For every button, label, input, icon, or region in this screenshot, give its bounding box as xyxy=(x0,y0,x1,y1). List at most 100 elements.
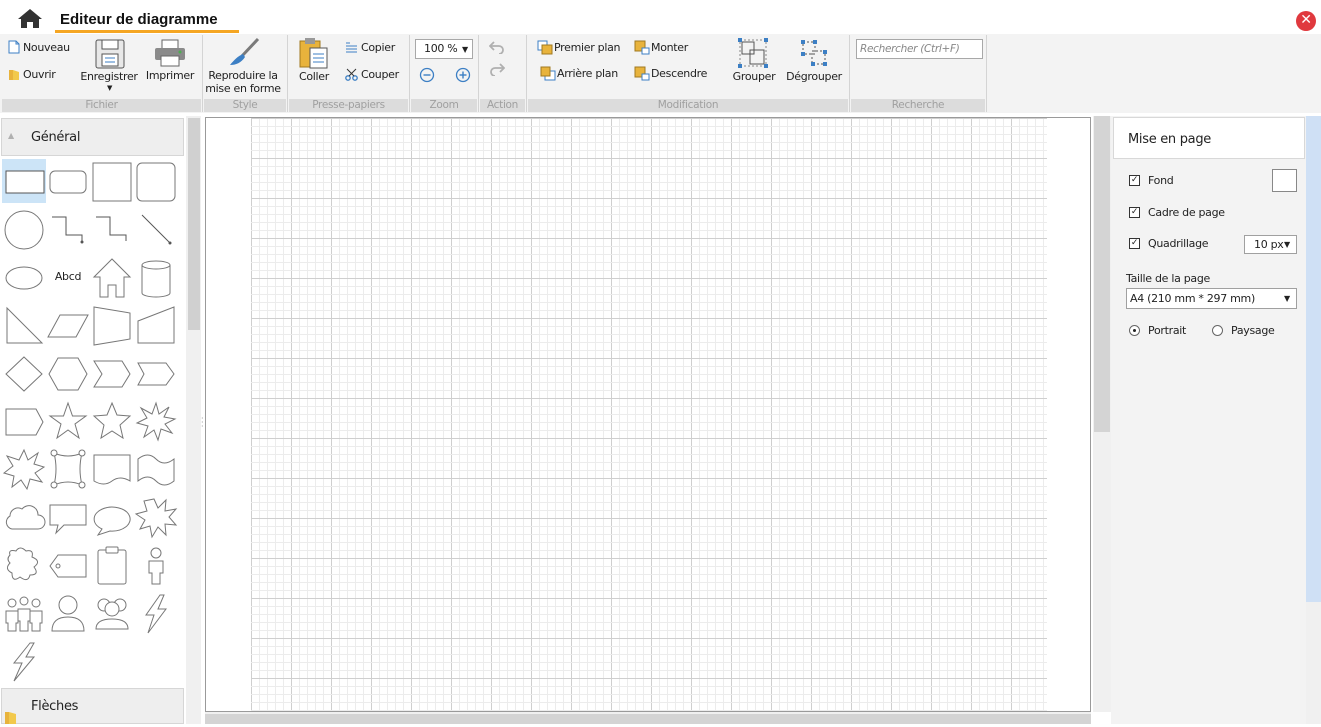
shape-right-triangle[interactable] xyxy=(2,303,46,347)
ribbon-separator xyxy=(986,35,987,112)
move-down-button[interactable]: Descendre xyxy=(651,67,707,80)
splitter-grip-icon[interactable]: · · · xyxy=(201,415,204,431)
cut-button[interactable]: Couper xyxy=(361,68,399,81)
shape-rectangle-selected[interactable] xyxy=(2,159,46,203)
shape-rounded-rectangle[interactable] xyxy=(46,159,90,203)
paste-button[interactable]: Coller xyxy=(293,70,335,83)
shape-puzzle[interactable] xyxy=(2,543,46,587)
shape-frame[interactable] xyxy=(46,447,90,491)
copy-button[interactable]: Copier xyxy=(361,41,395,54)
canvas-grid xyxy=(251,118,1047,711)
shape-cylinder[interactable] xyxy=(134,255,178,299)
shape-lightning-2[interactable] xyxy=(2,639,46,683)
collapse-arrow-icon[interactable]: ▲ xyxy=(8,131,14,140)
shape-tag[interactable] xyxy=(46,543,90,587)
format-painter-button[interactable]: Reproduire la mise en forme xyxy=(205,69,281,95)
shape-arrow-pentagon[interactable] xyxy=(134,351,178,395)
shape-pentagon-tag[interactable] xyxy=(2,399,46,443)
layout-panel-title: Mise en page xyxy=(1128,132,1211,147)
shape-callout-burst[interactable] xyxy=(134,495,178,539)
group-label-file: Fichier xyxy=(2,99,201,112)
shape-people-group[interactable] xyxy=(2,591,46,635)
shape-panel-scrollbar-thumb[interactable] xyxy=(188,118,200,330)
shape-clipboard[interactable] xyxy=(90,543,134,587)
ribbon-separator xyxy=(287,35,288,112)
page-frame-checkbox[interactable]: ✓ xyxy=(1129,207,1140,218)
group-button[interactable]: Grouper xyxy=(728,70,780,83)
shape-elbow-connector[interactable] xyxy=(46,207,90,251)
shape-ellipse[interactable] xyxy=(2,255,46,299)
zoom-out-icon[interactable] xyxy=(419,67,435,86)
shape-circle[interactable] xyxy=(2,207,46,251)
folder-icon[interactable] xyxy=(4,710,18,724)
grid-size-dropdown-arrow-icon[interactable]: ▼ xyxy=(1284,240,1290,249)
undo-icon[interactable] xyxy=(488,40,505,57)
shape-star-5[interactable] xyxy=(46,399,90,443)
scissors-icon xyxy=(345,68,358,84)
zoom-dropdown-arrow-icon[interactable]: ▼ xyxy=(462,45,468,54)
new-button[interactable]: Nouveau xyxy=(23,41,70,54)
shape-trapezoid[interactable] xyxy=(90,303,134,347)
right-panel-scrollbar-thumb[interactable] xyxy=(1306,116,1321,602)
fond-checkbox[interactable]: ✓ xyxy=(1129,175,1140,186)
open-button[interactable]: Ouvrir xyxy=(23,68,56,81)
shape-document[interactable] xyxy=(90,447,134,491)
print-button[interactable]: Imprimer xyxy=(144,69,196,82)
bring-front-button[interactable]: Premier plan xyxy=(554,41,621,54)
shape-manual-input[interactable] xyxy=(134,303,178,347)
page-size-value: A4 (210 mm * 297 mm) xyxy=(1130,292,1255,305)
shape-wave[interactable] xyxy=(134,447,178,491)
printer-icon xyxy=(153,38,187,71)
grid-checkbox[interactable]: ✓ xyxy=(1129,238,1140,249)
zoom-in-icon[interactable] xyxy=(455,67,471,86)
save-button[interactable]: Enregistrer xyxy=(80,70,138,83)
shape-people-pair[interactable] xyxy=(90,591,134,635)
zoom-value: 100 % xyxy=(424,42,458,55)
canvas-vertical-scrollbar-thumb[interactable] xyxy=(1094,116,1110,432)
close-icon[interactable]: ✕ xyxy=(1296,11,1316,31)
page-size-dropdown-arrow-icon[interactable]: ▼ xyxy=(1284,294,1290,303)
category-label-general: Général xyxy=(31,130,81,145)
group-label-action: Action xyxy=(480,99,525,112)
portrait-radio[interactable] xyxy=(1129,325,1140,336)
shape-star-5-alt[interactable] xyxy=(90,399,134,443)
shape-burst[interactable] xyxy=(134,399,178,443)
ribbon-separator xyxy=(202,35,203,112)
ribbon-separator xyxy=(526,35,527,112)
redo-icon[interactable] xyxy=(489,62,506,79)
shape-hexagon[interactable] xyxy=(46,351,90,395)
shape-person-standing[interactable] xyxy=(134,543,178,587)
group-shapes-icon xyxy=(737,37,769,72)
shape-house[interactable] xyxy=(90,255,134,299)
app-title: Editeur de diagramme xyxy=(60,11,218,28)
canvas-horizontal-scrollbar-thumb[interactable] xyxy=(205,714,1091,724)
format-painter-label-line2: mise en forme xyxy=(205,82,281,95)
shape-rounded-square[interactable] xyxy=(134,159,178,203)
shape-square[interactable] xyxy=(90,159,134,203)
shape-text[interactable]: Abcd xyxy=(46,255,90,299)
shape-callout-rect[interactable] xyxy=(46,495,90,539)
home-icon[interactable] xyxy=(14,6,46,32)
category-header-general[interactable] xyxy=(1,118,184,156)
shape-chevron[interactable] xyxy=(90,351,134,395)
page-size-label: Taille de la page xyxy=(1126,272,1210,285)
shape-callout-oval[interactable] xyxy=(90,495,134,539)
ungroup-button[interactable]: Dégrouper xyxy=(784,70,844,83)
shape-burst-2[interactable] xyxy=(2,447,46,491)
fond-color-swatch[interactable] xyxy=(1272,169,1297,192)
group-label-style: Style xyxy=(204,99,286,112)
send-to-back-icon xyxy=(540,66,556,84)
category-header-arrows[interactable] xyxy=(1,688,184,724)
shape-elbow-connector-2[interactable] xyxy=(90,207,134,251)
move-up-button[interactable]: Monter xyxy=(651,41,688,54)
shape-parallelogram[interactable] xyxy=(46,303,90,347)
shape-diamond[interactable] xyxy=(2,351,46,395)
shape-diagonal-line[interactable] xyxy=(134,207,178,251)
send-back-button[interactable]: Arrière plan xyxy=(557,67,618,80)
group-label-zoom: Zoom xyxy=(411,99,477,112)
shape-cloud[interactable] xyxy=(2,495,46,539)
shape-person-bust[interactable] xyxy=(46,591,90,635)
save-dropdown-arrow-icon[interactable]: ▼ xyxy=(107,84,112,92)
landscape-radio[interactable] xyxy=(1212,325,1223,336)
shape-lightning[interactable] xyxy=(134,591,178,635)
